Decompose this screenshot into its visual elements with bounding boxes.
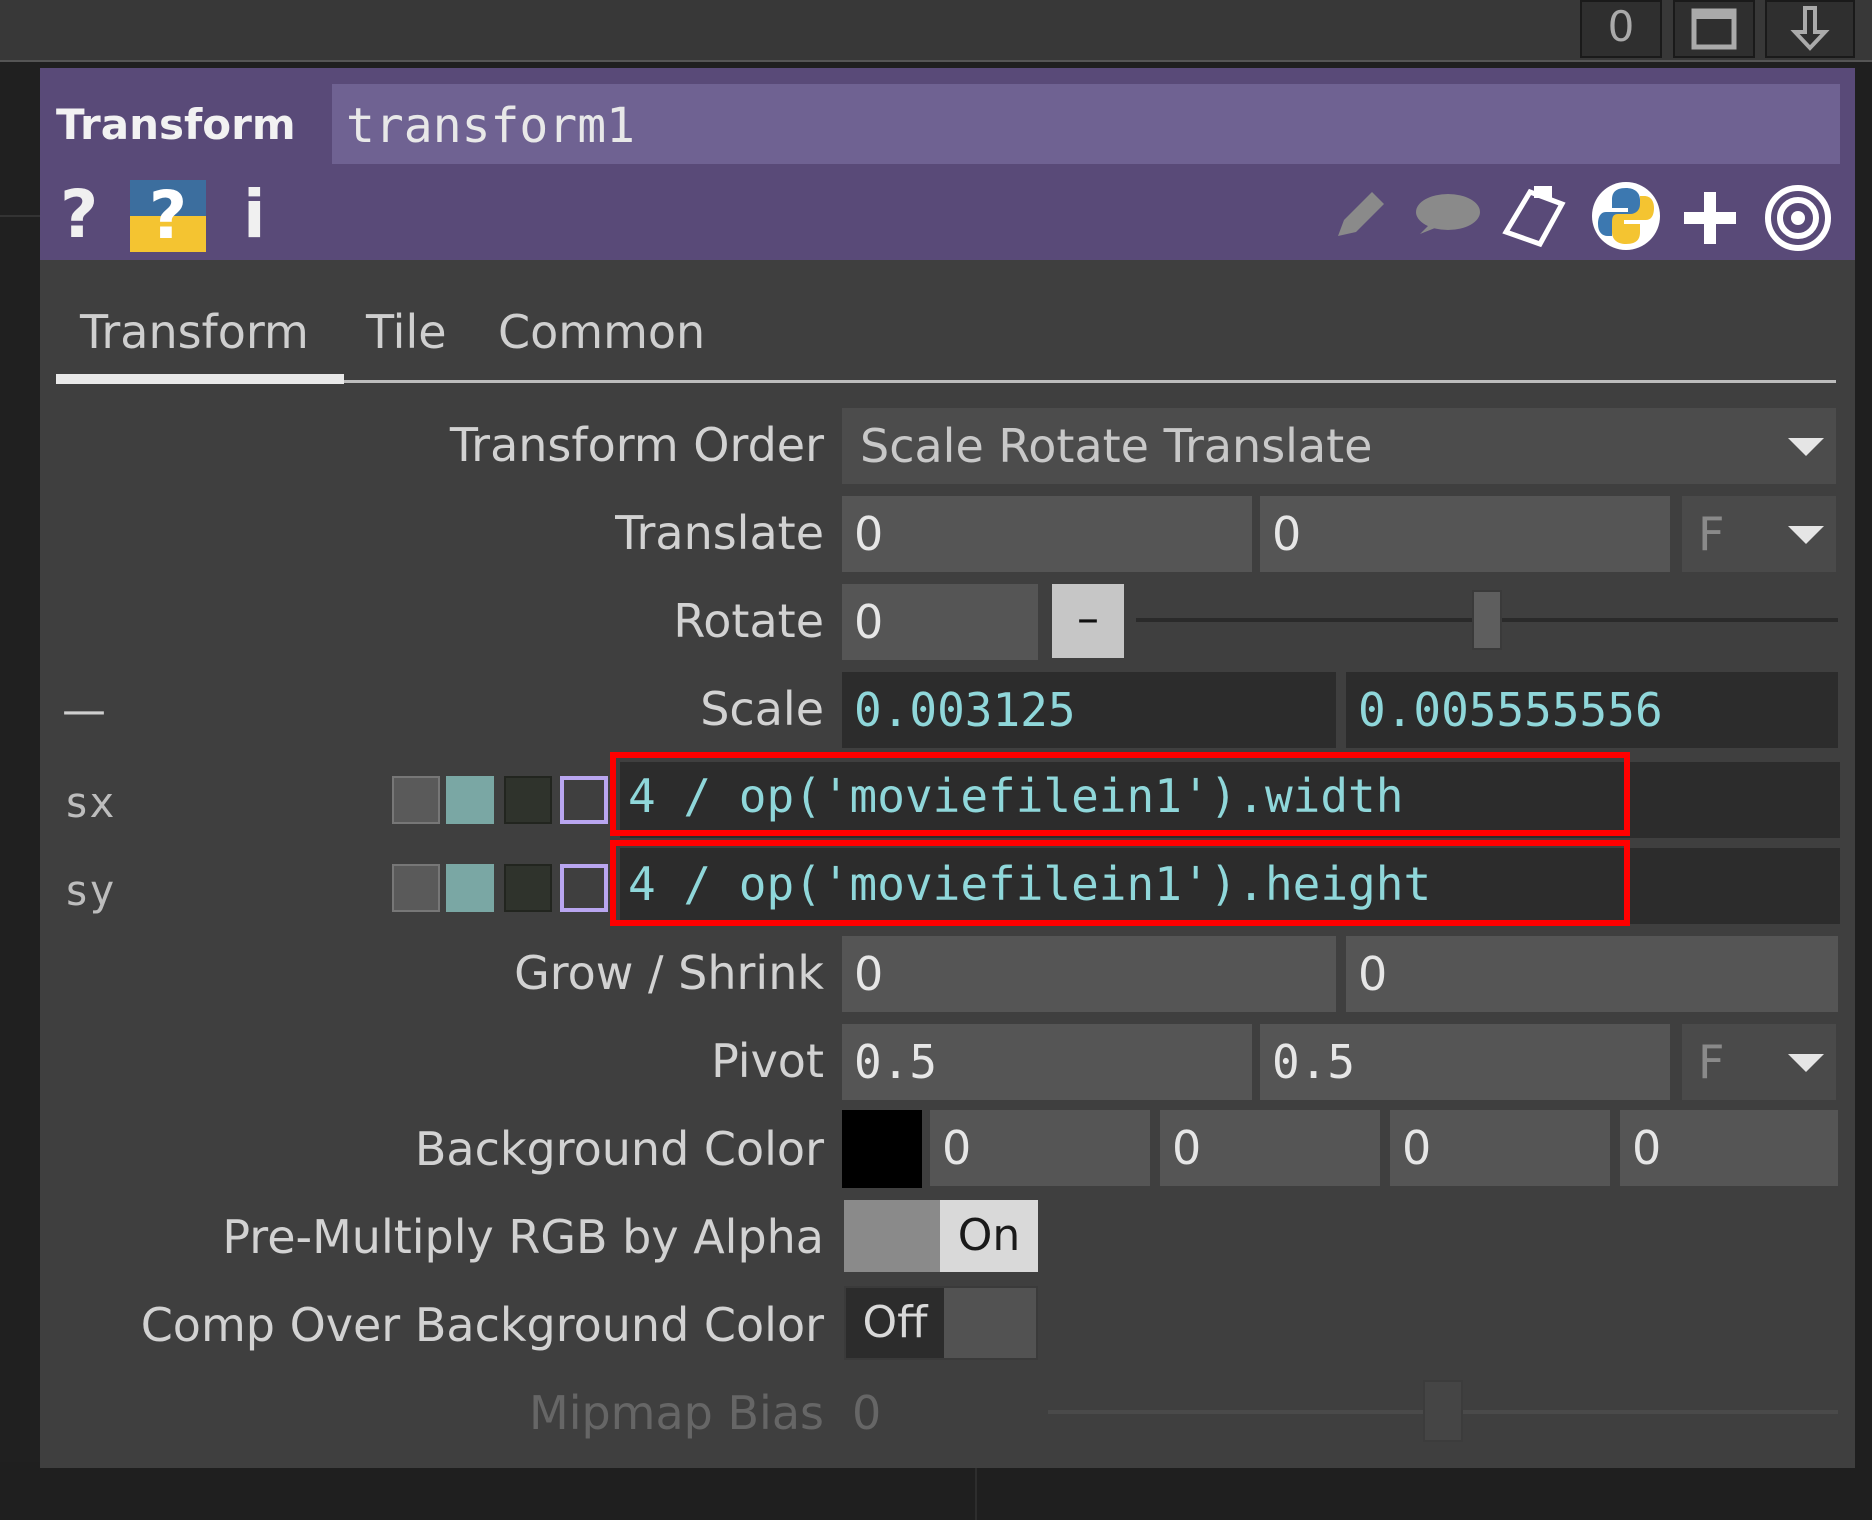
python-help-icon[interactable]: ? — [130, 177, 206, 254]
chevron-down-icon — [1788, 526, 1824, 544]
left-edge — [0, 62, 40, 1462]
mode-constant-icon[interactable] — [392, 776, 440, 824]
background-color-swatch[interactable] — [842, 1110, 922, 1188]
sy-expression-field[interactable]: 4 / op('moviefilein1').height — [628, 846, 1431, 922]
mode-expression-icon[interactable] — [446, 776, 494, 824]
mipmap-bias-slider-handle[interactable] — [1423, 1380, 1463, 1442]
background-color-r-field[interactable]: 0 — [930, 1110, 1150, 1186]
mode-export-icon[interactable] — [504, 776, 552, 824]
mode-bind-icon[interactable] — [560, 864, 608, 912]
chevron-down-icon — [1788, 1054, 1824, 1072]
translate-unit-dropdown[interactable]: F — [1682, 496, 1836, 572]
comment-icon[interactable] — [1410, 190, 1482, 244]
window-button[interactable] — [1673, 0, 1755, 58]
toggle-off-label: Off — [846, 1288, 944, 1358]
sx-label: sx — [64, 778, 115, 827]
rotate-slider-button[interactable]: – — [1052, 584, 1124, 658]
operator-type: Transform — [56, 100, 296, 149]
grow-shrink-y-field[interactable]: 0 — [1346, 936, 1838, 1012]
target-icon[interactable] — [1764, 184, 1832, 256]
bottom-area — [0, 1468, 1872, 1520]
background-color-label: Background Color — [414, 1122, 824, 1176]
rotate-label: Rotate — [673, 594, 824, 648]
pivot-label: Pivot — [711, 1034, 824, 1088]
sy-label: sy — [64, 866, 115, 915]
add-icon[interactable] — [1680, 188, 1740, 252]
scale-x-field[interactable]: 0.003125 — [842, 672, 1336, 748]
tab-common[interactable]: Common — [498, 305, 705, 359]
pivot-y-field[interactable]: 0.5 — [1260, 1024, 1670, 1100]
comp-over-label: Comp Over Background Color — [140, 1298, 824, 1352]
pivot-x-field[interactable]: 0.5 — [842, 1024, 1252, 1100]
translate-label: Translate — [615, 506, 824, 560]
operator-name-field[interactable]: transform1 — [332, 84, 1840, 164]
premultiply-label: Pre-Multiply RGB by Alpha — [222, 1210, 824, 1264]
divider — [0, 215, 40, 217]
sx-expression-field[interactable]: 4 / op('moviefilein1').width — [628, 758, 1403, 834]
translate-x-field[interactable]: 0 — [842, 496, 1252, 572]
pivot-unit-value: F — [1698, 1035, 1725, 1089]
premultiply-toggle[interactable]: On — [844, 1200, 1038, 1272]
grow-shrink-x-field[interactable]: 0 — [842, 936, 1336, 1012]
down-arrow-icon — [1790, 6, 1830, 51]
background-color-g-field[interactable]: 0 — [1160, 1110, 1380, 1186]
scale-y-field[interactable]: 0.005555556 — [1346, 672, 1838, 748]
download-button[interactable] — [1765, 0, 1855, 58]
translate-unit-value: F — [1698, 507, 1725, 561]
transform-order-label: Transform Order — [449, 418, 824, 472]
rotate-slider-handle[interactable] — [1472, 590, 1502, 650]
mode-export-icon[interactable] — [504, 864, 552, 912]
edit-pencil-icon[interactable] — [1330, 188, 1390, 248]
collapse-icon[interactable]: — — [62, 685, 106, 736]
scale-label: Scale — [700, 682, 824, 736]
active-tab-indicator — [56, 374, 344, 384]
svg-text:?: ? — [149, 180, 187, 252]
transform-order-value: Scale Rotate Translate — [860, 419, 1373, 473]
mipmap-bias-value[interactable]: 0 — [852, 1386, 881, 1440]
divider — [975, 1468, 977, 1520]
background-color-a-field[interactable]: 0 — [1620, 1110, 1838, 1186]
chevron-down-icon — [1788, 438, 1824, 456]
clipboard-icon[interactable] — [1500, 182, 1572, 252]
help-icon[interactable]: ? — [60, 180, 98, 250]
background-color-b-field[interactable]: 0 — [1390, 1110, 1610, 1186]
comp-over-toggle[interactable]: Off — [844, 1286, 1038, 1360]
pivot-unit-dropdown[interactable]: F — [1682, 1024, 1836, 1100]
mode-expression-icon[interactable] — [446, 864, 494, 912]
mipmap-bias-label: Mipmap Bias — [529, 1386, 824, 1440]
grow-shrink-label: Grow / Shrink — [514, 946, 824, 1000]
window-icon — [1691, 8, 1737, 50]
tab-transform[interactable]: Transform — [80, 305, 309, 359]
info-icon[interactable]: i — [243, 180, 266, 250]
zero-button[interactable]: 0 — [1580, 0, 1662, 58]
python-icon[interactable] — [1590, 180, 1662, 256]
mode-bind-icon[interactable] — [560, 776, 608, 824]
transform-order-dropdown[interactable]: Scale Rotate Translate — [842, 408, 1836, 484]
tab-tile[interactable]: Tile — [366, 305, 447, 359]
translate-y-field[interactable]: 0 — [1260, 496, 1670, 572]
mode-constant-icon[interactable] — [392, 864, 440, 912]
toggle-on-label: On — [940, 1200, 1038, 1272]
rotate-field[interactable]: 0 — [842, 584, 1038, 660]
